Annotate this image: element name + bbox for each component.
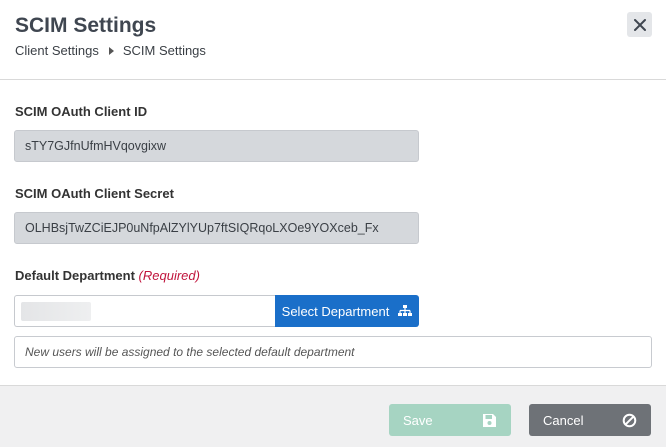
save-button[interactable]: Save bbox=[389, 404, 511, 436]
required-indicator: (Required) bbox=[138, 268, 200, 283]
department-label: Default Department (Required) bbox=[15, 268, 200, 283]
breadcrumb-item-scim-settings: SCIM Settings bbox=[122, 43, 206, 58]
close-icon bbox=[633, 18, 646, 31]
breadcrumb: Client Settings SCIM Settings bbox=[15, 43, 206, 58]
department-picker: Select Department bbox=[14, 295, 419, 327]
ban-icon bbox=[622, 413, 637, 427]
close-button[interactable] bbox=[627, 12, 652, 37]
info-message: New users will be assigned to the select… bbox=[14, 336, 652, 368]
department-value-placeholder bbox=[21, 302, 91, 321]
cancel-label: Cancel bbox=[543, 412, 584, 428]
dialog-header: SCIM Settings Client Settings SCIM Setti… bbox=[0, 0, 666, 80]
page-title: SCIM Settings bbox=[15, 14, 157, 37]
client-secret-label: SCIM OAuth Client Secret bbox=[15, 186, 174, 201]
department-label-text: Default Department bbox=[15, 268, 135, 283]
cancel-button[interactable]: Cancel bbox=[529, 404, 651, 436]
dialog-footer: Save Cancel bbox=[0, 385, 666, 447]
client-secret-field[interactable]: OLHBsjTwZCiEJP0uNfpAlZYlYUp7ftSIQRqoLXOe… bbox=[14, 212, 419, 244]
client-id-field[interactable]: sTY7GJfnUfmHVqovgixw bbox=[14, 130, 419, 162]
sitemap-icon bbox=[398, 305, 413, 316]
save-label: Save bbox=[403, 412, 433, 428]
select-department-button[interactable]: Select Department bbox=[275, 295, 419, 327]
caret-right-icon bbox=[108, 46, 114, 55]
client-id-label: SCIM OAuth Client ID bbox=[15, 104, 148, 119]
department-input[interactable] bbox=[14, 295, 275, 327]
floppy-disk-icon bbox=[483, 413, 496, 427]
breadcrumb-item-client-settings[interactable]: Client Settings bbox=[15, 43, 99, 58]
select-department-label: Select Department bbox=[281, 303, 390, 319]
